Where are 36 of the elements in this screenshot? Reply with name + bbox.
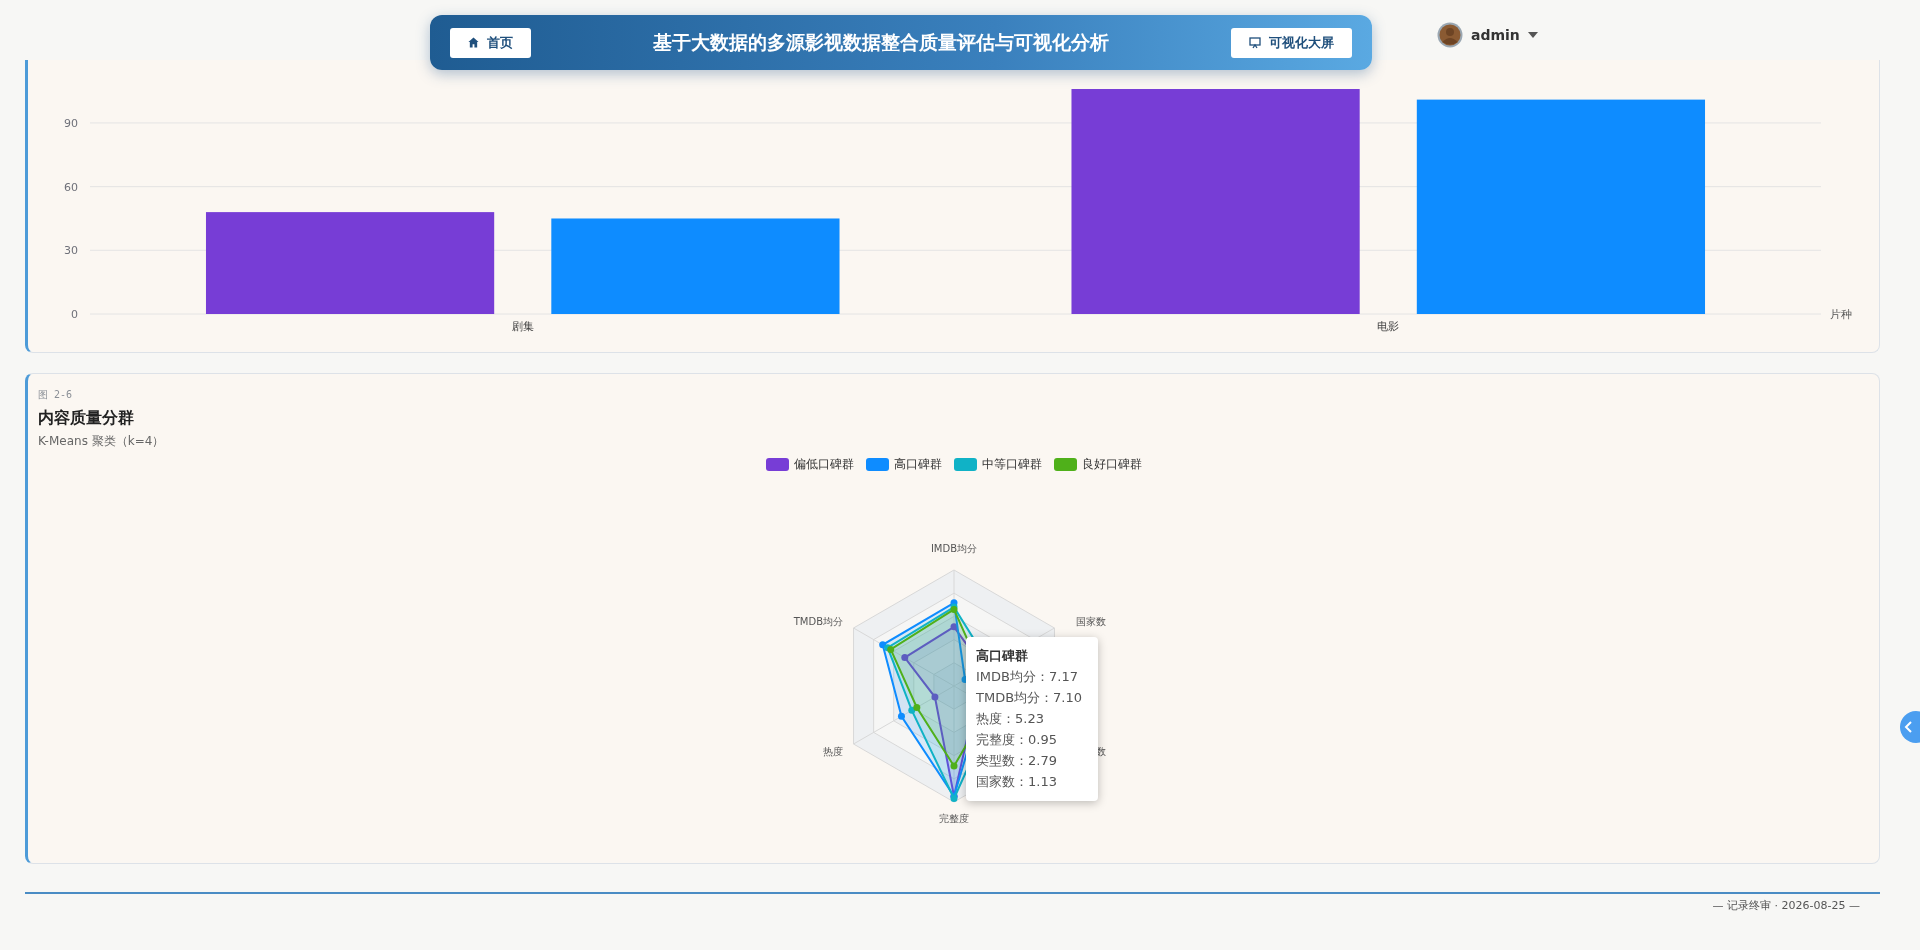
tooltip-title: 高口碑群 — [976, 647, 1029, 665]
footer-text: — 记录终审 · 2026-08-25 — — [1712, 898, 1860, 913]
page-title: 基于大数据的多源影视数据整合质量评估与可视化分析 — [653, 29, 1109, 55]
axis-label: 完整度 — [938, 813, 969, 824]
tooltip-line: 类型数：2.79 — [976, 752, 1058, 770]
monitor-icon — [1249, 36, 1261, 49]
axis-tick-label: 0 — [71, 308, 78, 321]
legend-label: 偏低口碑群 — [793, 456, 854, 473]
home-button[interactable]: 首页 — [450, 27, 531, 58]
axis-label: TMDB均分 — [793, 616, 843, 628]
chevron-left-icon[interactable] — [1904, 721, 1914, 733]
tooltip-line: 完整度：0.95 — [976, 731, 1058, 749]
home-icon — [468, 37, 479, 48]
card-subtitle: K-Means 聚类（k=4） — [38, 433, 165, 450]
figure-label: 图 2-6 — [38, 388, 73, 402]
axis-label: IMDB均分 — [930, 543, 977, 554]
axis-tick-label: 30 — [64, 244, 78, 258]
tooltip-line: TMDB均分：7.10 — [976, 689, 1084, 707]
category-label: 剧集 — [511, 320, 534, 333]
axis-label: 热度 — [822, 745, 843, 757]
user-name[interactable]: admin — [1471, 27, 1520, 43]
tooltip-line: 热度：5.23 — [976, 710, 1045, 728]
tooltip-line: IMDB均分：7.17 — [976, 668, 1079, 686]
legend-label: 良好口碑群 — [1081, 456, 1142, 473]
legend-label: 高口碑群 — [893, 456, 942, 473]
caret-icon[interactable] — [1527, 32, 1538, 38]
dashboard-button[interactable]: 可视化大屏 — [1231, 27, 1352, 58]
axis-tick-label: 60 — [64, 180, 78, 194]
category-label: 电影 — [1377, 320, 1400, 333]
avatar-icon[interactable] — [1437, 22, 1463, 48]
axis-tick-label: 90 — [64, 116, 78, 130]
tooltip-line: 国家数：1.13 — [976, 773, 1058, 791]
legend-label: 中等口碑群 — [981, 456, 1042, 473]
axis-title: 片种 — [1830, 308, 1852, 321]
card-title: 内容质量分群 — [38, 408, 134, 429]
axis-label: 国家数 — [1075, 616, 1106, 628]
